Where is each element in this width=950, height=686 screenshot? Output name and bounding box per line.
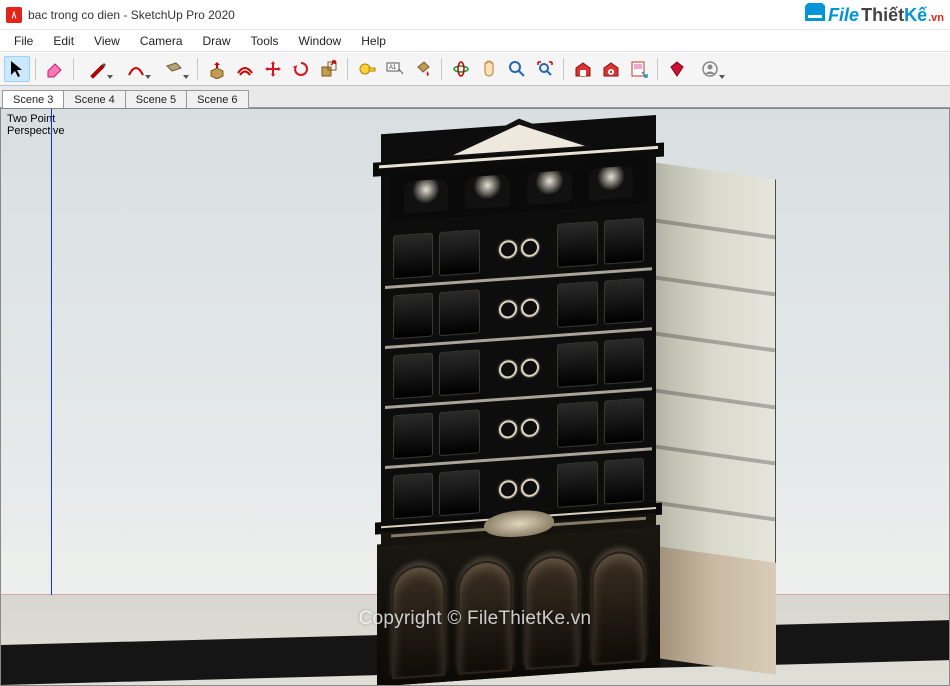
orbit-tool[interactable] xyxy=(448,56,474,82)
camera-mode-label: Two Point Perspective xyxy=(7,113,64,137)
separator xyxy=(345,56,351,82)
separator xyxy=(71,56,77,82)
app-icon xyxy=(6,7,22,23)
scene-tab[interactable]: Scene 5 xyxy=(125,90,187,108)
scene-tab[interactable]: Scene 3 xyxy=(2,90,64,108)
pan-tool[interactable] xyxy=(476,56,502,82)
scale-icon xyxy=(319,59,339,79)
gear-warehouse-icon xyxy=(601,59,621,79)
scene-tabs: Scene 3 Scene 4 Scene 5 Scene 6 xyxy=(0,86,950,108)
svg-text:A1: A1 xyxy=(389,65,397,71)
move-icon xyxy=(263,59,283,79)
separator xyxy=(33,56,39,82)
menu-help[interactable]: Help xyxy=(351,32,396,50)
signin-tool[interactable] xyxy=(692,56,728,82)
menu-edit[interactable]: Edit xyxy=(43,32,84,50)
text-icon: A1 xyxy=(385,59,405,79)
logo-text-ke: Kế xyxy=(904,5,927,26)
rotate-tool[interactable] xyxy=(288,56,314,82)
eraser-icon xyxy=(45,59,65,79)
zoom-tool[interactable] xyxy=(504,56,530,82)
building-base xyxy=(377,525,660,686)
pencil-icon xyxy=(88,59,108,79)
logo-text-thiet: Thiết xyxy=(861,5,904,26)
zoom-extents-tool[interactable] xyxy=(532,56,558,82)
watermark: Copyright © FileThietKe.vn xyxy=(1,608,949,630)
offset-icon xyxy=(235,59,255,79)
scene-tab[interactable]: Scene 6 xyxy=(186,90,248,108)
tape-icon xyxy=(357,59,377,79)
ext-warehouse-tool[interactable] xyxy=(598,56,624,82)
move-tool[interactable] xyxy=(260,56,286,82)
separator xyxy=(655,56,661,82)
building-model[interactable] xyxy=(381,112,776,667)
pushpull-icon xyxy=(207,59,227,79)
viewport[interactable]: Two Point Perspective xyxy=(0,108,950,686)
site-logo: File Thiết Kế .vn xyxy=(805,3,944,26)
titlebar: bac trong co dien - SketchUp Pro 2020 Fi… xyxy=(0,0,950,30)
zoom-extents-icon xyxy=(535,59,555,79)
menu-tools[interactable]: Tools xyxy=(241,32,289,50)
ext-manager-tool[interactable] xyxy=(664,56,690,82)
axis-blue xyxy=(51,109,52,619)
menubar: File Edit View Camera Draw Tools Window … xyxy=(0,30,950,52)
building-front-face xyxy=(381,115,656,686)
ruby-icon xyxy=(667,59,687,79)
warehouse-icon xyxy=(573,59,593,79)
arc-icon xyxy=(126,59,146,79)
eraser-tool[interactable] xyxy=(42,56,68,82)
logo-text-file: File xyxy=(828,5,859,26)
rectangle-icon xyxy=(164,59,184,79)
logo-text-vn: .vn xyxy=(928,12,944,24)
warehouse-tool[interactable] xyxy=(570,56,596,82)
paint-tool[interactable] xyxy=(410,56,436,82)
cursor-icon xyxy=(7,59,27,79)
separator xyxy=(195,56,201,82)
arc-tool[interactable] xyxy=(118,56,154,82)
orbit-icon xyxy=(451,59,471,79)
zoom-icon xyxy=(507,59,527,79)
tape-tool[interactable] xyxy=(354,56,380,82)
text-tool[interactable]: A1 xyxy=(382,56,408,82)
toolbar: A1 xyxy=(0,52,950,86)
scene-tab[interactable]: Scene 4 xyxy=(63,90,125,108)
shape-tool[interactable] xyxy=(156,56,192,82)
separator xyxy=(561,56,567,82)
window-title: bac trong co dien - SketchUp Pro 2020 xyxy=(28,8,805,22)
layout-tool[interactable] xyxy=(626,56,652,82)
pan-icon xyxy=(479,59,499,79)
paint-icon xyxy=(413,59,433,79)
pushpull-tool[interactable] xyxy=(204,56,230,82)
menu-window[interactable]: Window xyxy=(289,32,352,50)
separator xyxy=(439,56,445,82)
line-tool[interactable] xyxy=(80,56,116,82)
menu-camera[interactable]: Camera xyxy=(130,32,193,50)
rotate-icon xyxy=(291,59,311,79)
select-tool[interactable] xyxy=(4,56,30,82)
offset-tool[interactable] xyxy=(232,56,258,82)
menu-file[interactable]: File xyxy=(4,32,43,50)
scale-tool[interactable] xyxy=(316,56,342,82)
menu-view[interactable]: View xyxy=(84,32,130,50)
menu-draw[interactable]: Draw xyxy=(193,32,241,50)
logo-icon xyxy=(805,3,825,21)
user-icon xyxy=(700,59,720,79)
layout-icon xyxy=(629,59,649,79)
